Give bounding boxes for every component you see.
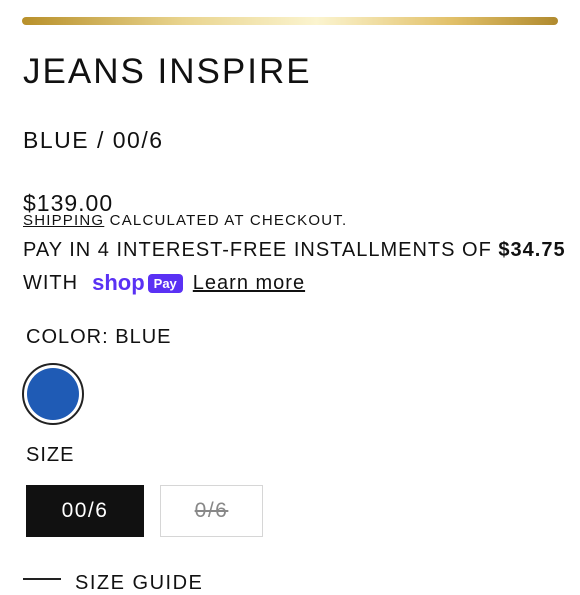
- size-label: SIZE: [26, 444, 75, 466]
- size-option-0-6[interactable]: 0/6: [160, 485, 263, 537]
- learn-more-link[interactable]: Learn more: [193, 272, 305, 295]
- product-title: JEANS INSPIRE: [23, 52, 312, 91]
- shop-pay-badge: Pay: [147, 273, 183, 293]
- shop-pay-row: WITH shop Pay Learn more: [23, 270, 305, 296]
- ruler-icon: [23, 577, 61, 590]
- shipping-text: CALCULATED AT CHECKOUT.: [109, 212, 348, 229]
- color-swatch-blue[interactable]: [22, 363, 84, 425]
- color-swatch-fill: [27, 368, 79, 420]
- size-guide-label: SIZE GUIDE: [75, 572, 204, 594]
- installment-amount: $34.75: [498, 239, 566, 261]
- installments-text: PAY IN 4 INTEREST-FREE INSTALLMENTS OF: [23, 239, 492, 261]
- installments-info: PAY IN 4 INTEREST-FREE INSTALLMENTS OF $…: [23, 239, 566, 262]
- size-guide-link[interactable]: SIZE GUIDE: [23, 572, 203, 595]
- color-label: COLOR: BLUE: [26, 326, 172, 348]
- with-label: WITH: [23, 271, 79, 294]
- shipping-link[interactable]: SHIPPING: [23, 212, 104, 229]
- shop-pay-logo-text: shop: [92, 270, 145, 295]
- shop-pay-logo: shop Pay: [92, 270, 183, 296]
- variant-label: BLUE / 00/6: [23, 127, 164, 153]
- shipping-info: SHIPPING CALCULATED AT CHECKOUT.: [23, 212, 347, 229]
- size-option-00-6[interactable]: 00/6: [26, 485, 144, 537]
- gold-divider-bar: [22, 17, 558, 25]
